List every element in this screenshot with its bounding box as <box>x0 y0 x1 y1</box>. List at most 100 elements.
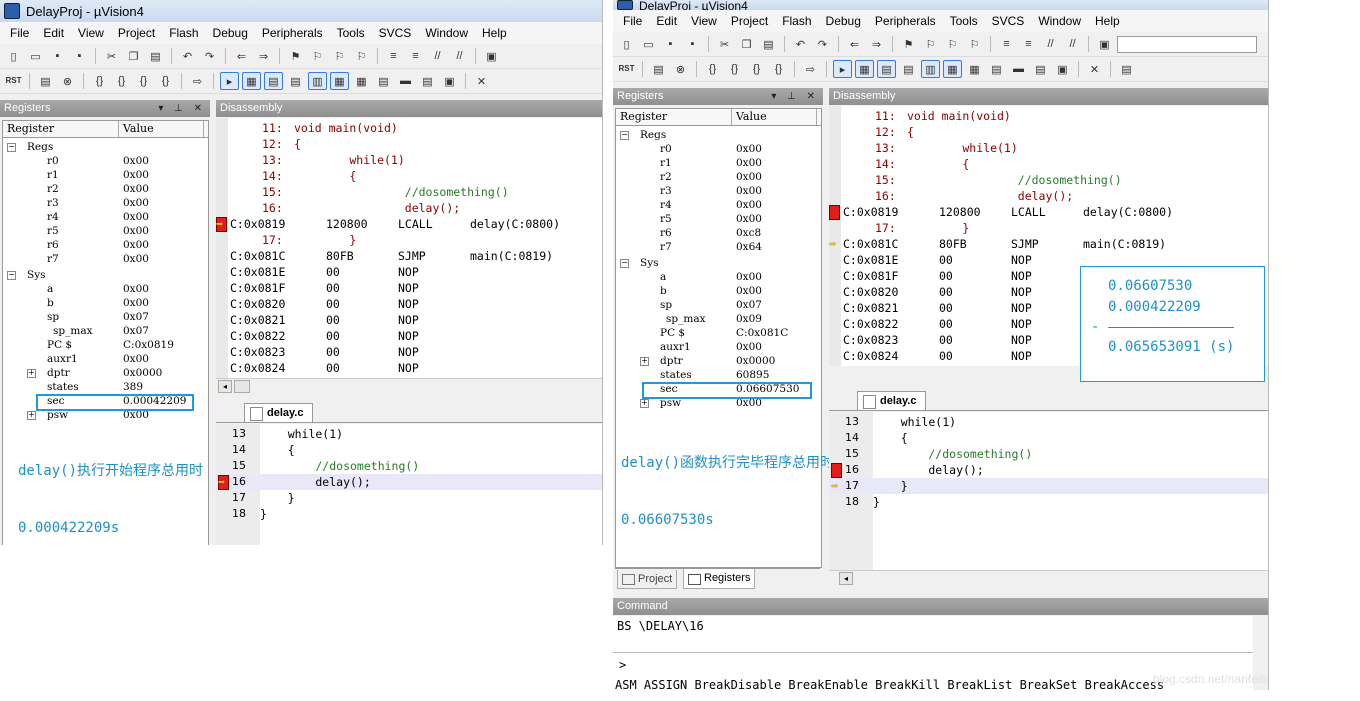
register-row[interactable]: sec 0.06607530 <box>616 382 821 396</box>
expand-toggle-icon[interactable]: + <box>27 369 36 378</box>
register-row[interactable]: + psw 0x00 <box>616 396 821 410</box>
disasm-instruction-row[interactable]: C:0x0823 00 NOP <box>216 344 602 360</box>
source-editor[interactable]: 13 while(1) 14 {15 //dosomething() 16 dela… <box>216 424 602 545</box>
disasm-instruction-row[interactable]: C:0x0822 00 NOP <box>216 328 602 344</box>
nav-back-icon[interactable]: ⇐ <box>845 35 864 53</box>
registers-window-icon[interactable]: ▤ <box>286 72 305 90</box>
disasm-source-row[interactable]: 16: delay(); <box>829 188 1268 204</box>
bookmark-next-icon[interactable]: ⚐ <box>943 35 962 53</box>
register-row[interactable]: sec 0.00042209 <box>3 394 208 408</box>
reset-icon[interactable]: RST <box>617 60 636 78</box>
register-row[interactable]: b 0x00 <box>3 296 208 310</box>
register-row[interactable]: r2 0x00 <box>3 182 208 196</box>
disasm-source-row[interactable]: 11: void main(void) <box>216 120 602 136</box>
indent-icon[interactable]: ≡ <box>384 47 403 65</box>
register-row[interactable]: r6 0xc8 <box>616 226 821 240</box>
collapse-toggle-icon[interactable]: − <box>7 143 16 152</box>
bookmark-icon[interactable]: ⚑ <box>899 35 918 53</box>
indent-icon[interactable]: ≡ <box>997 35 1016 53</box>
disassembly-hscrollbar[interactable]: ◂ <box>216 378 602 393</box>
call-stack-icon[interactable]: ▥ <box>921 60 940 78</box>
bookmark-prev-icon[interactable]: ⚐ <box>921 35 940 53</box>
register-row[interactable]: PC $ C:0x081C <box>616 326 821 340</box>
breakpoint-icon[interactable] <box>831 463 842 478</box>
disasm-source-row[interactable]: 12: { <box>216 136 602 152</box>
register-value[interactable]: 0x00 <box>123 252 149 266</box>
register-value[interactable]: 0x00 <box>736 396 762 410</box>
source-line[interactable]: 16 delay(); <box>829 462 1268 478</box>
register-row[interactable]: r7 0x00 <box>3 252 208 266</box>
register-value[interactable]: 0x00 <box>736 198 762 212</box>
register-row[interactable]: r1 0x00 <box>3 168 208 182</box>
disasm-source-row[interactable]: 15: //dosomething() <box>829 172 1268 188</box>
menu-tools[interactable]: Tools <box>944 14 986 28</box>
register-row[interactable]: b 0x00 <box>616 284 821 298</box>
serial-window-icon[interactable]: ▤ <box>374 72 393 90</box>
unindent-icon[interactable]: ≡ <box>406 47 425 65</box>
register-value[interactable]: 389 <box>123 380 143 394</box>
disasm-source-row[interactable]: 14: { <box>216 168 602 184</box>
open-folder-icon[interactable]: ▭ <box>639 35 658 53</box>
copy-icon[interactable]: ❐ <box>737 35 756 53</box>
source-hscrollbar[interactable]: ◂ <box>829 570 1268 585</box>
step-into-icon[interactable]: {} <box>90 72 109 90</box>
source-line[interactable]: 16 delay(); ➡ <box>216 474 602 490</box>
disasm-instruction-row[interactable]: C:0x081C 80FB SJMP main(C:0819) ➡ <box>829 236 1268 252</box>
menu-project[interactable]: Project <box>725 14 776 28</box>
tab-registers[interactable]: Registers <box>683 569 756 589</box>
bookmark-prev-icon[interactable]: ⚐ <box>308 47 327 65</box>
disasm-source-row[interactable]: 11: void main(void) <box>829 108 1268 124</box>
register-value[interactable]: 0x00 <box>123 408 149 422</box>
toolbox-icon[interactable]: ✕ <box>472 72 491 90</box>
memory-window-icon[interactable]: ▦ <box>352 72 371 90</box>
disasm-source-row[interactable]: 17: } <box>216 232 602 248</box>
source-editor[interactable]: 13 while(1) 14 {15 //dosomething() 16 dela… <box>829 412 1268 570</box>
symbols-window-icon[interactable]: ▤ <box>264 72 283 90</box>
register-group-row[interactable]: − Regs <box>616 128 821 142</box>
reset-icon[interactable]: RST <box>4 72 23 90</box>
cut-icon[interactable]: ✂ <box>102 47 121 65</box>
menu-svcs[interactable]: SVCS <box>373 26 420 40</box>
logic-analyzer-icon[interactable]: ▬ <box>1009 60 1028 78</box>
bookmark-next-icon[interactable]: ⚐ <box>330 47 349 65</box>
register-row[interactable]: r2 0x00 <box>616 170 821 184</box>
register-value[interactable]: 0x07 <box>123 310 149 324</box>
register-row[interactable]: sp_max 0x09 <box>616 312 821 326</box>
serial-window-icon[interactable]: ▤ <box>987 60 1006 78</box>
cut-icon[interactable]: ✂ <box>715 35 734 53</box>
disasm-instruction-row[interactable]: C:0x081C 80FB SJMP main(C:0819) <box>216 248 602 264</box>
call-stack-icon[interactable]: ▥ <box>308 72 327 90</box>
run-to-cursor-icon[interactable]: {} <box>769 60 788 78</box>
collapse-toggle-icon[interactable]: − <box>7 271 16 280</box>
undo-icon[interactable]: ↶ <box>791 35 810 53</box>
register-value[interactable]: 0x00 <box>123 154 149 168</box>
register-value[interactable]: 0x0000 <box>123 366 162 380</box>
step-out-icon[interactable]: {} <box>134 72 153 90</box>
disasm-instruction-row[interactable]: C:0x081E 00 NOP <box>216 264 602 280</box>
register-row[interactable]: a 0x00 <box>3 282 208 296</box>
register-value[interactable]: 0x00 <box>123 352 149 366</box>
menu-view[interactable]: View <box>685 14 725 28</box>
expand-toggle-icon[interactable]: + <box>27 411 36 420</box>
register-value[interactable]: 0x00 <box>736 170 762 184</box>
redo-icon[interactable]: ↷ <box>200 47 219 65</box>
step-into-icon[interactable]: {} <box>703 60 722 78</box>
disassembly-window-icon[interactable]: ▦ <box>242 72 261 90</box>
trace-window-icon[interactable]: ▤ <box>1031 60 1050 78</box>
register-value[interactable]: 0x00 <box>123 282 149 296</box>
scroll-left-icon[interactable]: ◂ <box>839 572 853 585</box>
stop-icon[interactable]: ⊗ <box>58 72 77 90</box>
register-row[interactable]: r3 0x00 <box>616 184 821 198</box>
menu-flash[interactable]: Flash <box>163 26 206 40</box>
register-value[interactable]: 0x00 <box>123 238 149 252</box>
memory-window-icon[interactable]: ▦ <box>965 60 984 78</box>
source-line[interactable]: 18} <box>829 494 1268 510</box>
nav-forward-icon[interactable]: ⇒ <box>254 47 273 65</box>
register-value[interactable]: 0x00 <box>123 296 149 310</box>
save-all-icon[interactable]: ▪ <box>683 35 702 53</box>
source-line[interactable]: 13 while(1) <box>829 414 1268 430</box>
menu-file[interactable]: File <box>617 14 650 28</box>
disasm-source-row[interactable]: 17: } <box>829 220 1268 236</box>
register-value[interactable]: 0x00 <box>736 284 762 298</box>
register-row[interactable]: sp 0x07 <box>3 310 208 324</box>
